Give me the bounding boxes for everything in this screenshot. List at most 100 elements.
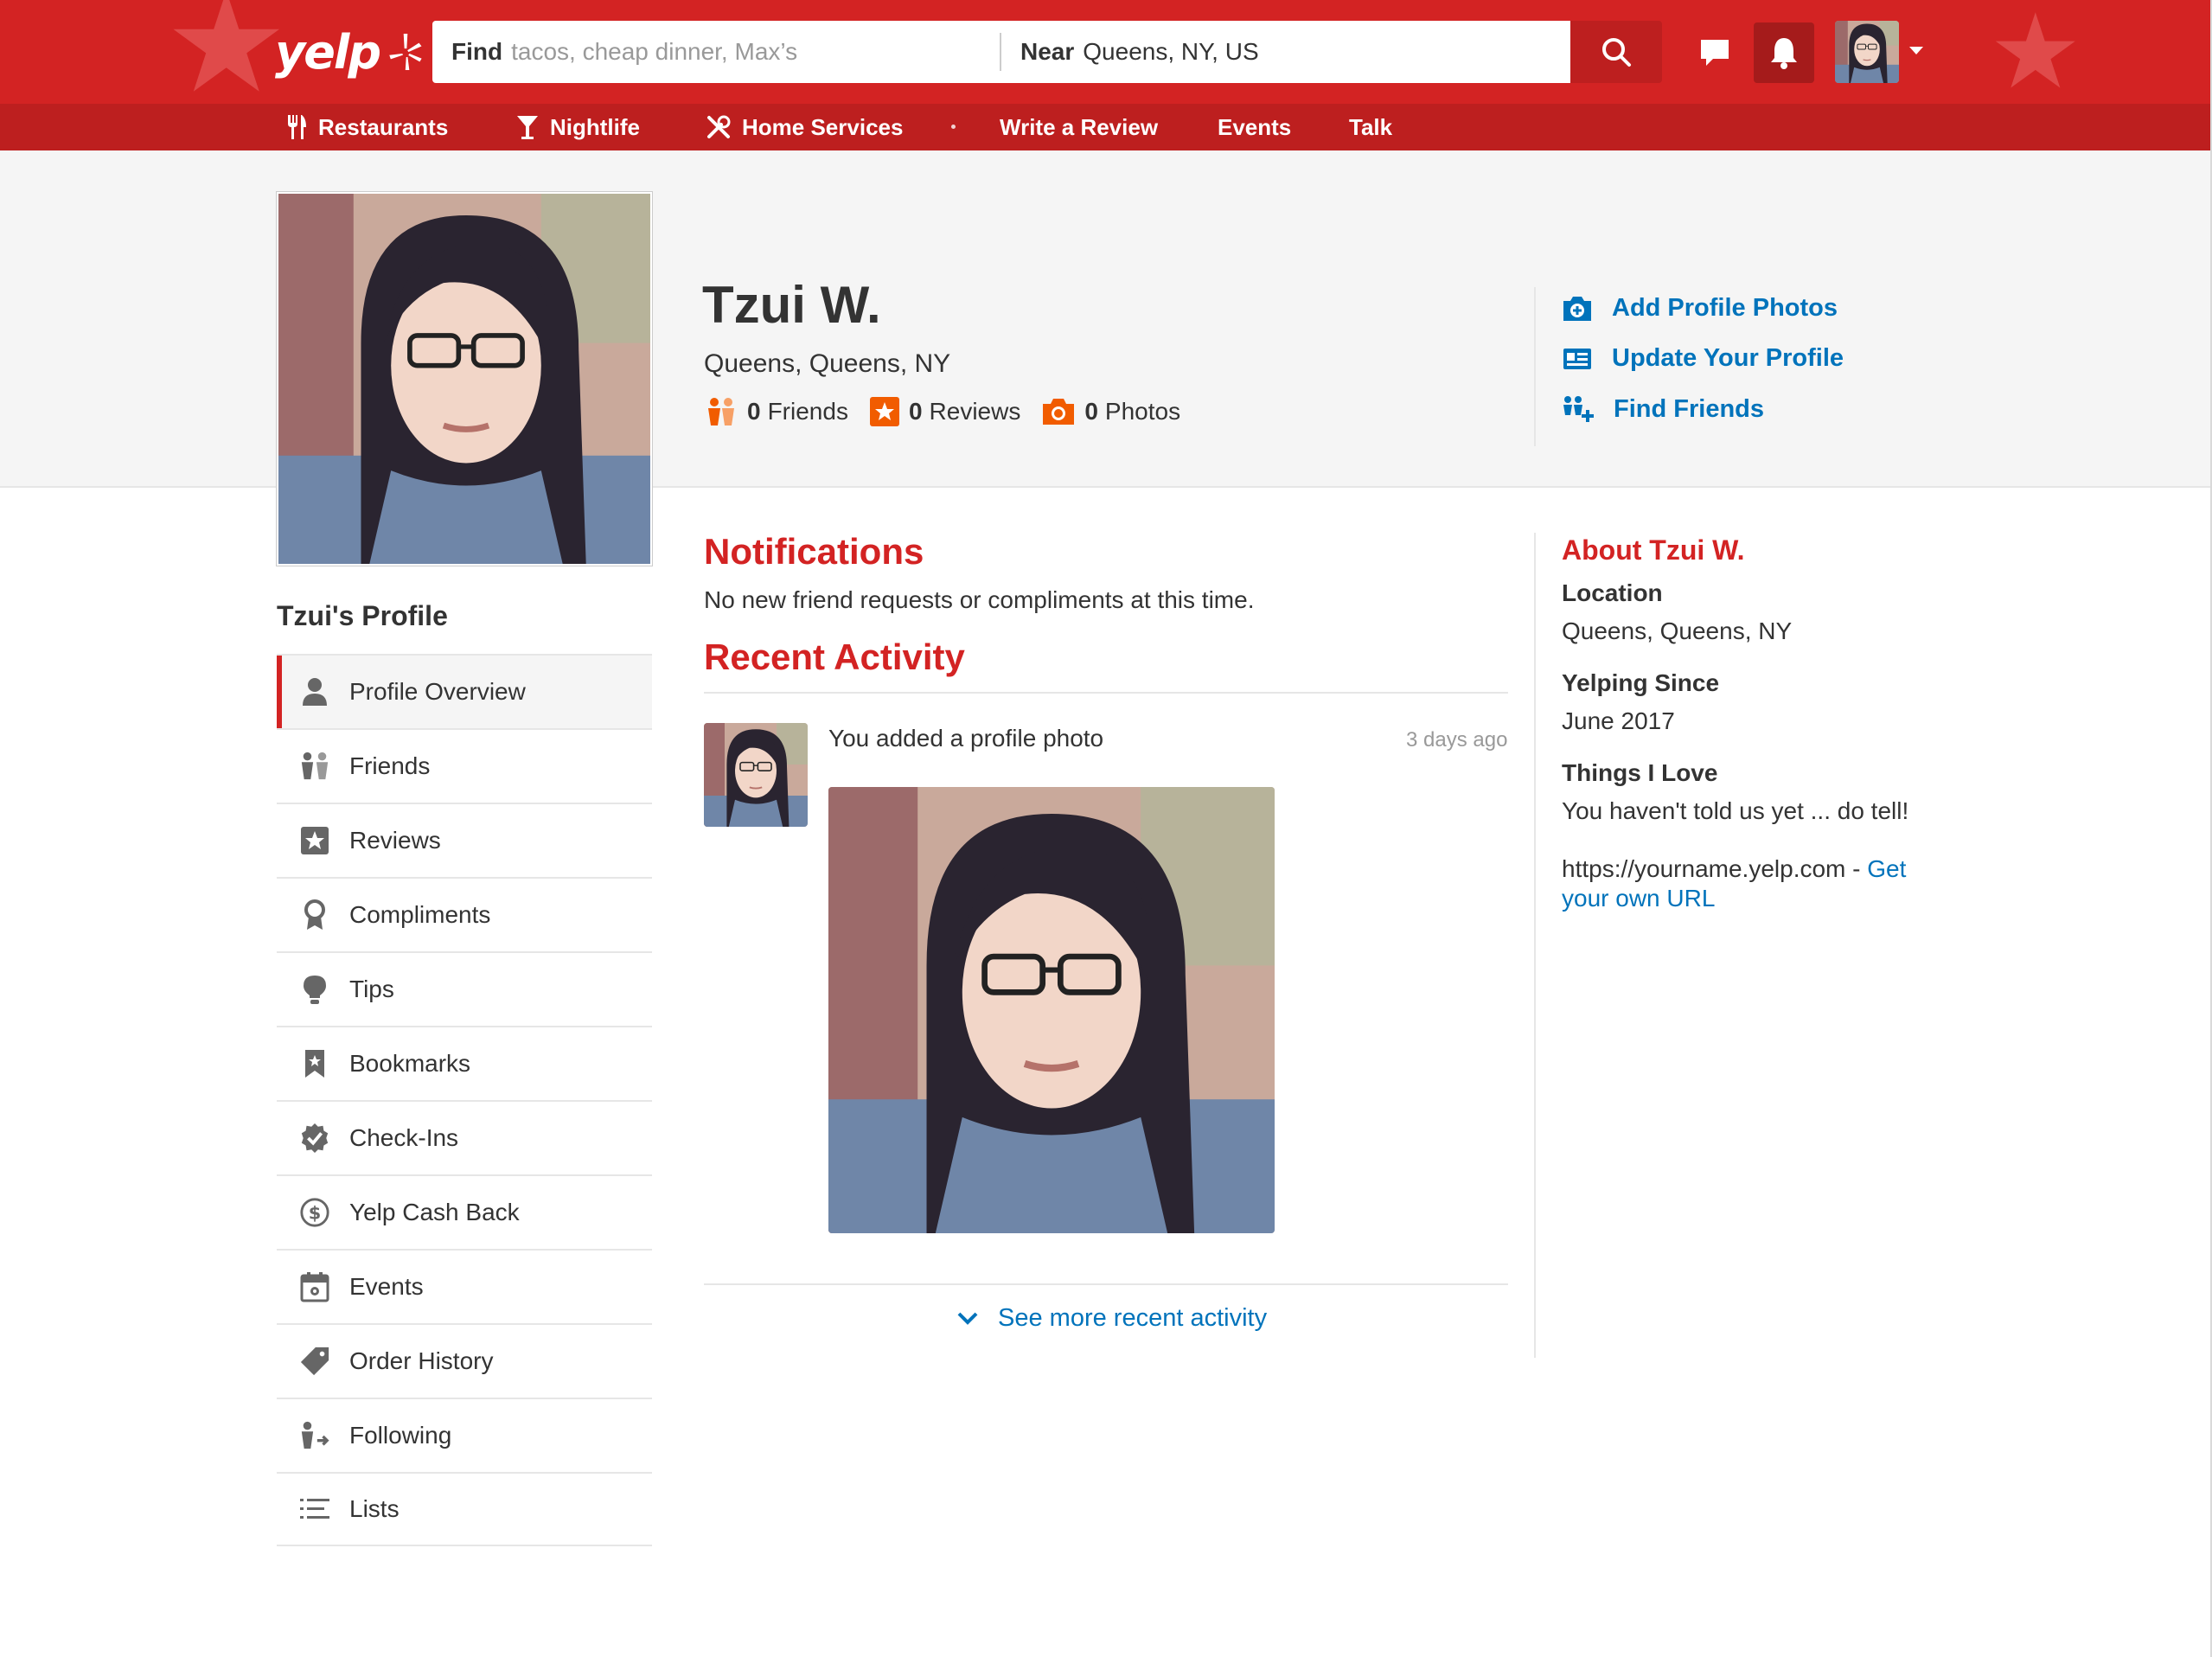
update-profile-link[interactable]: Update Your Profile (1562, 344, 1844, 373)
nav-separator (951, 125, 956, 129)
fork-knife-icon (288, 115, 306, 139)
divider (704, 692, 1508, 694)
divider (704, 1283, 1508, 1285)
nav-label: Events (1218, 113, 1292, 140)
stat-reviews: 0 Reviews (869, 396, 1020, 427)
calendar-icon (299, 1271, 330, 1302)
column-divider (1534, 533, 1536, 1358)
messages-button[interactable] (1685, 22, 1745, 83)
star-icon (299, 825, 330, 856)
sidebar-item-label: Profile Overview (349, 678, 526, 705)
lightbulb-icon (299, 974, 330, 1005)
activity-photo[interactable] (828, 787, 1275, 1233)
logo-text: yelp (275, 24, 381, 80)
nav-events[interactable]: Events (1218, 104, 1291, 150)
search-bar: Find tacos, cheap dinner, Max’s Near Que… (432, 21, 1570, 83)
activity-user-thumb[interactable] (704, 723, 808, 827)
near-label: Near (1020, 38, 1075, 65)
sidebar-item-label: Tips (349, 976, 394, 1002)
stat-count: 0 (908, 398, 923, 425)
sidebar-item-label: Lists (349, 1495, 400, 1522)
notifications-button[interactable] (1754, 22, 1814, 83)
sidebar-item-label: Following (349, 1422, 452, 1449)
ribbon-icon (299, 899, 330, 931)
location-value: Queens, Queens, NY (1562, 617, 1793, 644)
stat-label: Photos (1104, 398, 1181, 425)
notifications-heading: Notifications (704, 531, 924, 572)
sidebar-item-label: Friends (349, 752, 431, 779)
sidebar-title: Tzui's Profile (277, 600, 448, 631)
svg-text:$: $ (309, 1203, 322, 1224)
stat-friends: 0 Friends (704, 396, 848, 427)
sidebar-item-following[interactable]: Following (277, 1398, 652, 1472)
add-profile-photos-link[interactable]: Add Profile Photos (1562, 294, 1838, 323)
sidebar-item-yelp-cash-back[interactable]: $ Yelp Cash Back (277, 1174, 652, 1249)
url-text: https://yourname.yelp.com - (1562, 855, 1868, 882)
action-label: Find Friends (1614, 394, 1764, 423)
find-field[interactable]: Find tacos, cheap dinner, Max’s (432, 33, 1001, 71)
following-icon (299, 1420, 330, 1451)
sidebar-item-label: Yelp Cash Back (349, 1199, 520, 1225)
sidebar-item-order-history[interactable]: Order History (277, 1323, 652, 1398)
camera-plus-icon (1563, 296, 1591, 321)
nav-home-services[interactable]: Home Services (706, 104, 903, 150)
sidebar-item-label: Order History (349, 1347, 494, 1374)
sidebar-item-profile-overview[interactable]: Profile Overview (277, 654, 652, 728)
friends-icon (299, 751, 330, 782)
sidebar-item-label: Compliments (349, 901, 491, 928)
things-i-love-label: Things I Love (1562, 759, 1718, 786)
user-location: Queens, Queens, NY (704, 349, 951, 378)
sidebar-nav: Profile Overview Friends Reviews Complim… (277, 654, 652, 1546)
custom-url-text: https://yourname.yelp.com - Get your own… (1562, 854, 1942, 913)
cocktail-icon (517, 116, 538, 139)
see-more-label: See more recent activity (998, 1304, 1268, 1332)
profile-card-icon (1563, 348, 1591, 369)
tag-icon (299, 1346, 330, 1377)
recent-activity-heading: Recent Activity (704, 637, 965, 677)
profile-image (278, 194, 652, 566)
sidebar-item-reviews[interactable]: Reviews (277, 803, 652, 877)
decor-star: ★ (1989, 0, 2082, 104)
profile-photo[interactable] (277, 192, 652, 566)
camera-icon (1043, 399, 1075, 425)
sidebar-item-events[interactable]: Events (277, 1249, 652, 1323)
near-value: Queens, NY, US (1083, 38, 1259, 65)
stat-photos: 0 Photos (1041, 397, 1180, 426)
add-friend-icon (1563, 396, 1594, 422)
sidebar-item-check-ins[interactable]: Check-Ins (277, 1100, 652, 1174)
user-avatar[interactable] (1835, 21, 1899, 83)
sidebar-item-label: Check-Ins (349, 1124, 459, 1151)
chevron-down-icon (957, 1312, 978, 1325)
chevron-down-icon[interactable] (1909, 47, 1923, 54)
action-label: Add Profile Photos (1612, 294, 1838, 322)
profile-image (828, 787, 1275, 1233)
bell-icon (1771, 38, 1797, 69)
stat-label: Reviews (929, 398, 1021, 425)
search-button[interactable] (1570, 21, 1662, 83)
checkin-badge-icon (299, 1123, 330, 1154)
nav-label: Talk (1349, 113, 1393, 140)
yelp-logo[interactable]: yelp (275, 19, 428, 85)
sidebar-item-label: Bookmarks (349, 1050, 471, 1077)
sidebar-item-friends[interactable]: Friends (277, 728, 652, 803)
sidebar-item-lists[interactable]: Lists (277, 1472, 652, 1546)
yelping-since-label: Yelping Since (1562, 669, 1720, 696)
user-stats: 0 Friends 0 Reviews 0 Photos (704, 396, 1201, 427)
near-field[interactable]: Near Queens, NY, US (1001, 21, 1570, 83)
tools-icon (707, 115, 731, 138)
nav-nightlife[interactable]: Nightlife (515, 104, 640, 150)
find-friends-link[interactable]: Find Friends (1562, 394, 1764, 424)
notifications-text: No new friend requests or compliments at… (704, 586, 1255, 613)
avatar-image (704, 723, 808, 827)
search-icon (1602, 38, 1631, 67)
sidebar-item-compliments[interactable]: Compliments (277, 877, 652, 951)
sidebar-item-label: Events (349, 1273, 424, 1300)
sidebar-item-bookmarks[interactable]: Bookmarks (277, 1026, 652, 1100)
nav-restaurants[interactable]: Restaurants (285, 104, 448, 150)
nav-talk[interactable]: Talk (1349, 104, 1392, 150)
see-more-activity-link[interactable]: See more recent activity (956, 1304, 1267, 1333)
actions-divider (1534, 287, 1536, 446)
nav-write-review[interactable]: Write a Review (1000, 104, 1158, 150)
sidebar-item-tips[interactable]: Tips (277, 951, 652, 1026)
avatar-image (1835, 21, 1899, 83)
